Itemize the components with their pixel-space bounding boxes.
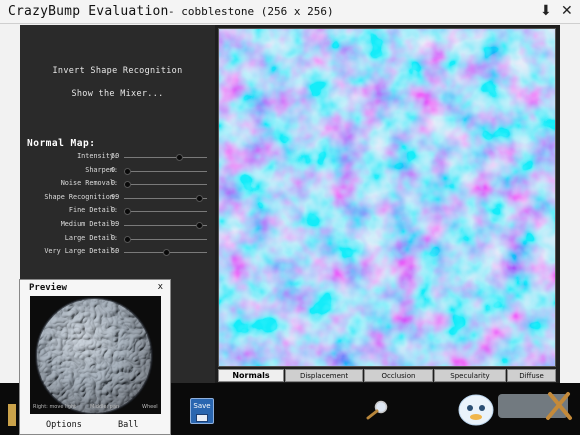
normal-map-texture: [219, 29, 555, 366]
slider-value: 0: [111, 179, 116, 188]
folder-icon[interactable]: [8, 404, 16, 426]
slider-knob[interactable]: [176, 154, 184, 161]
preview-hint-middle-button: Middle: pan: [90, 404, 120, 410]
preview-ball-button[interactable]: Ball: [118, 420, 138, 430]
download-arrow-icon[interactable]: ⬇: [540, 3, 552, 19]
slider-value: 50: [111, 152, 120, 160]
tab-diffuse[interactable]: Diffuse: [507, 369, 556, 382]
slider-value: 50: [111, 247, 120, 256]
tab-normals[interactable]: Normals: [218, 369, 284, 382]
slider-row: Intensity: 50: [20, 151, 215, 163]
preview-hint-right-button: Right: move light: [33, 404, 77, 410]
slider-value: 0: [111, 206, 116, 215]
tab-specularity[interactable]: Specularity: [434, 369, 506, 382]
stone-ball-render: [35, 297, 153, 414]
slider-track[interactable]: [124, 235, 207, 243]
slider-value: 0: [111, 233, 116, 242]
slider-track[interactable]: [124, 208, 207, 216]
preview-title: Preview: [29, 283, 67, 293]
preview-window[interactable]: Preview x Right: move light Middle: pan …: [19, 279, 171, 435]
slider-row: Very Large Detail: 50: [20, 246, 215, 258]
title-bar: CrazyBump Evaluation - cobblestone (256 …: [0, 0, 580, 24]
slider-track[interactable]: [124, 181, 207, 189]
slider-knob[interactable]: [124, 235, 131, 243]
slider-label: Medium Detail:: [60, 220, 118, 228]
save-label: Save: [193, 402, 211, 410]
preview-close-button[interactable]: x: [158, 282, 163, 292]
slider-knob[interactable]: [195, 194, 203, 202]
slider-label: Very Large Detail:: [44, 247, 118, 256]
slider-knob[interactable]: [124, 181, 131, 189]
slider-knob[interactable]: [195, 222, 203, 229]
app-title: CrazyBump Evaluation: [8, 4, 169, 19]
slider-row: Sharpen: 0: [20, 165, 215, 177]
map-type-tabs: Normals Displacement Occlusion Speculari…: [218, 369, 556, 382]
close-icon[interactable]: ✕: [561, 3, 573, 19]
slider-row: Medium Detail: 99: [20, 219, 215, 231]
save-button[interactable]: Save: [190, 398, 214, 424]
site-watermark-logo: [458, 392, 572, 426]
tab-occlusion[interactable]: Occlusion: [364, 369, 433, 382]
slider-label: Noise Removal:: [60, 179, 118, 188]
magnifier-icon[interactable]: [364, 400, 390, 420]
floppy-disk-icon: [196, 414, 208, 422]
slider-row: Fine Detail: 0: [20, 205, 215, 217]
normal-map-preview[interactable]: [218, 28, 556, 367]
slider-track[interactable]: [124, 222, 207, 229]
slider-row: Noise Removal: 0: [20, 178, 215, 190]
slider-track[interactable]: [124, 154, 207, 161]
preview-options-button[interactable]: Options: [46, 420, 82, 430]
slider-value: 99: [111, 220, 120, 228]
normal-map-heading: Normal Map:: [27, 138, 96, 149]
tab-displacement[interactable]: Displacement: [285, 369, 363, 382]
slider-row: Large Detail: 0: [20, 233, 215, 245]
slider-label: Shape Recognition:: [44, 192, 118, 201]
file-title: - cobblestone (256 x 256): [168, 5, 334, 18]
preview-ball-view[interactable]: Right: move light Middle: pan Wheel: [30, 296, 161, 414]
slider-row: Shape Recognition: 99: [20, 192, 215, 204]
slider-knob[interactable]: [124, 167, 131, 175]
app-window: CrazyBump Evaluation - cobblestone (256 …: [0, 0, 580, 435]
preview-hint-wheel: Wheel: [142, 404, 158, 410]
slider-value: 99: [111, 192, 120, 201]
slider-track[interactable]: [124, 194, 207, 202]
invert-shape-recognition-button[interactable]: Invert Shape Recognition: [20, 66, 215, 76]
slider-value: 0: [111, 165, 116, 174]
slider-knob[interactable]: [162, 249, 170, 257]
show-mixer-button[interactable]: Show the Mixer...: [20, 89, 215, 99]
slider-track[interactable]: [124, 249, 207, 257]
slider-track[interactable]: [124, 167, 207, 175]
slider-knob[interactable]: [124, 208, 131, 216]
